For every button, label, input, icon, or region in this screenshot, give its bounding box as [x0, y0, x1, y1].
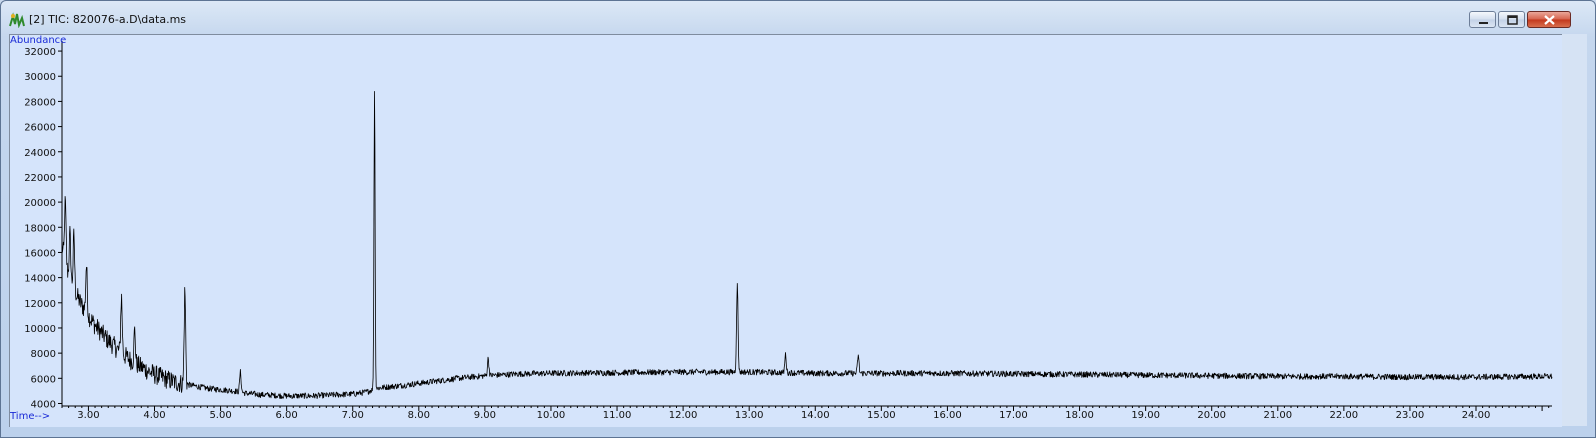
x-tick-label: 14.00	[801, 410, 830, 421]
x-tick-label: 18.00	[1065, 410, 1094, 421]
x-tick-label: 17.00	[999, 410, 1028, 421]
y-tick-label: 30000	[24, 72, 56, 83]
tic-trace-line	[61, 91, 1553, 399]
y-tick-label: 28000	[24, 97, 56, 108]
y-axis-label: Abundance	[10, 35, 66, 46]
y-tick-label: 14000	[24, 274, 56, 285]
y-tick-label: 22000	[24, 173, 56, 184]
y-tick-label: 8000	[31, 349, 56, 360]
tic-chromatogram: Abundance Time--> 4000 6000 8000 10000 12000…	[9, 35, 1553, 422]
y-tick-label: 18000	[24, 223, 56, 234]
x-tick-label: 10.00	[537, 410, 566, 421]
x-tick-label: 8.00	[408, 410, 430, 421]
y-tick-label: 16000	[24, 248, 56, 259]
chromatogram-window: [2] TIC: 820076-a.D\data.ms Abundance Ti…	[0, 0, 1596, 438]
x-tick-label: 22.00	[1330, 410, 1359, 421]
y-tick-label: 20000	[24, 198, 56, 209]
x-tick-label: 16.00	[933, 410, 962, 421]
y-tick-label: 10000	[24, 324, 56, 335]
y-tick-label: 6000	[31, 374, 56, 385]
x-tick-label: 20.00	[1197, 410, 1226, 421]
x-tick-label: 15.00	[867, 410, 896, 421]
x-tick-label: 13.00	[735, 410, 764, 421]
y-tick-group: 4000 6000 8000 10000 12000 14000 16000 18000 200…	[24, 47, 62, 410]
y-tick-label: 24000	[24, 148, 56, 159]
y-tick-label: 26000	[24, 123, 56, 134]
y-tick-label: 12000	[24, 299, 56, 310]
y-tick-label: 32000	[24, 47, 56, 58]
x-tick-label: 5.00	[209, 410, 231, 421]
x-tick-label: 19.00	[1131, 410, 1160, 421]
x-tick-group: 3.00 4.00 5.00 6.00 7.00 8.00 9.00 10.00 11.00 12…	[61, 406, 1550, 421]
x-tick-label: 4.00	[143, 410, 165, 421]
x-tick-label: 11.00	[603, 410, 632, 421]
x-tick-label: 23.00	[1396, 410, 1425, 421]
x-tick-label: 3.00	[77, 410, 99, 421]
x-tick-label: 6.00	[276, 410, 298, 421]
y-tick-label: 4000	[31, 399, 56, 410]
x-tick-label: 21.00	[1263, 410, 1292, 421]
x-tick-label: 9.00	[474, 410, 496, 421]
x-tick-label: 24.00	[1462, 410, 1491, 421]
x-axis-label: Time-->	[9, 411, 50, 422]
x-tick-label: 12.00	[669, 410, 698, 421]
x-tick-label: 7.00	[342, 410, 364, 421]
